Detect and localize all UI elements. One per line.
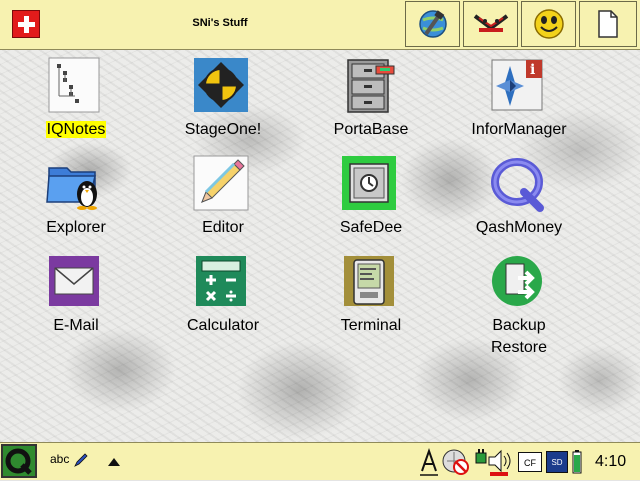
no-network-icon xyxy=(442,449,469,475)
desktop-icon-explorer[interactable]: Explorer xyxy=(11,154,141,246)
folder-penguin-icon xyxy=(46,167,97,210)
network-tool-button[interactable] xyxy=(405,1,460,47)
icon-label-email: E-Mail xyxy=(53,317,99,334)
icon-label-qashmoney: QashMoney xyxy=(475,219,563,236)
cf-card-label: CF xyxy=(524,458,536,468)
network-tool-icon xyxy=(418,10,447,38)
infomanager-icon: i xyxy=(491,59,543,111)
icon-label-safedee: SafeDee xyxy=(339,219,403,236)
keyboard-indicator[interactable] xyxy=(418,447,440,476)
icon-label-backup-restore: Backup Restore xyxy=(490,317,548,356)
desktop-icon-email[interactable]: E-Mail xyxy=(11,252,141,344)
icon-label-explorer: Explorer xyxy=(46,219,106,236)
icon-label-editor: Editor xyxy=(202,219,244,236)
desktop-icon-terminal[interactable]: Terminal xyxy=(306,252,436,344)
font-a-icon xyxy=(420,447,438,476)
desktop-icon-editor[interactable]: Editor xyxy=(158,154,288,246)
document-icon xyxy=(598,10,618,38)
input-method-button[interactable]: abc xyxy=(50,452,89,480)
smiley-button[interactable] xyxy=(521,1,576,47)
qashmoney-icon xyxy=(491,158,544,212)
file-cabinet-icon xyxy=(347,59,395,113)
sd-card-indicator[interactable]: SD xyxy=(546,451,568,473)
icon-label-terminal: Terminal xyxy=(340,317,402,334)
backup-restore-icon xyxy=(492,256,542,306)
sign-button[interactable] xyxy=(463,1,518,47)
desktop-icon-infomanager[interactable]: i InforManager xyxy=(454,56,584,148)
plug-indicator xyxy=(474,449,488,477)
speaker-icon xyxy=(488,449,511,476)
icon-label-infomanager: InforManager xyxy=(471,121,567,138)
swiss-flag-icon[interactable] xyxy=(12,10,40,38)
desktop-icon-stageone[interactable]: StageOne! xyxy=(158,56,288,148)
stageone-icon xyxy=(194,58,248,112)
document-button[interactable] xyxy=(579,1,637,47)
sign-icon xyxy=(473,14,508,32)
volume-button[interactable] xyxy=(487,447,515,476)
terminal-icon xyxy=(344,256,394,306)
battery-icon xyxy=(572,450,582,474)
calculator-icon xyxy=(196,256,246,306)
desktop-icon-backup-restore[interactable]: Backup Restore xyxy=(454,252,584,356)
qtopia-logo-icon xyxy=(5,448,32,475)
desktop-icon-portabase[interactable]: PortaBase xyxy=(306,56,436,148)
pencil-icon xyxy=(193,155,249,211)
network-status[interactable] xyxy=(441,446,471,475)
smiley-icon xyxy=(533,9,564,39)
envelope-icon xyxy=(49,256,99,306)
start-menu-button[interactable] xyxy=(1,444,37,478)
window-title: SNi's Stuff xyxy=(192,17,248,29)
power-plug-icon xyxy=(475,449,487,464)
desktop-icon-qashmoney[interactable]: QashMoney xyxy=(454,154,584,246)
desktop-icon-calculator[interactable]: Calculator xyxy=(158,252,288,344)
clock[interactable]: 4:10 xyxy=(595,453,626,471)
triangle-up-icon xyxy=(108,458,120,466)
icon-label-calculator: Calculator xyxy=(186,317,260,334)
taskbar: abc CF SD 4:10 xyxy=(0,442,640,480)
notes-tree-icon xyxy=(48,57,100,113)
icon-label-iqnotes: IQNotes xyxy=(45,121,107,138)
battery-indicator[interactable] xyxy=(572,450,582,478)
safe-icon xyxy=(342,156,396,210)
icon-label-portabase: PortaBase xyxy=(333,121,409,138)
input-method-selector[interactable] xyxy=(106,453,122,481)
desktop-icon-safedee[interactable]: SafeDee xyxy=(306,154,436,246)
handwriting-pencil-icon xyxy=(73,453,88,467)
icon-label-stageone: StageOne! xyxy=(184,121,262,138)
top-bar: SNi's Stuff xyxy=(0,0,640,50)
desktop-icon-iqnotes[interactable]: IQNotes xyxy=(11,56,141,148)
svg-text:i: i xyxy=(530,62,535,78)
input-method-label: abc xyxy=(50,452,70,467)
cf-card-indicator[interactable]: CF xyxy=(518,452,542,472)
sd-card-label: SD xyxy=(551,458,563,467)
